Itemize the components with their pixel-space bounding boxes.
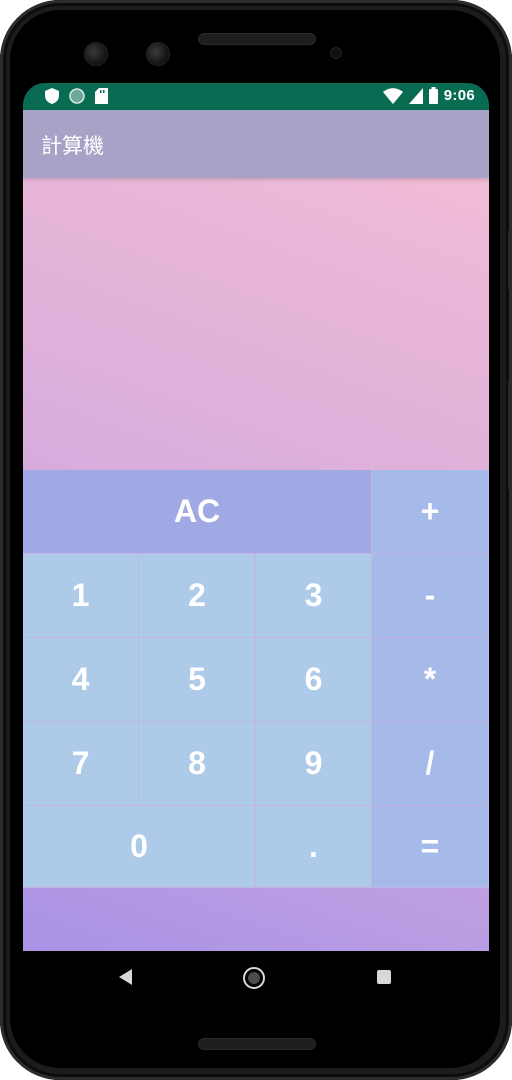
- digit-7-button[interactable]: 7: [23, 722, 139, 806]
- status-left-icons: [45, 88, 108, 104]
- shield-icon: [45, 88, 59, 104]
- multiply-button[interactable]: *: [372, 638, 489, 722]
- digit-3-button[interactable]: 3: [256, 554, 372, 638]
- phone-frame: 9:06 計算機 AC + 1 2 3 - 4 5 6 * 7 8 9 / 0 …: [0, 0, 512, 1080]
- back-icon[interactable]: [119, 969, 132, 985]
- wifi-icon: [382, 87, 403, 104]
- cell-signal-icon: [408, 87, 423, 104]
- home-icon[interactable]: [243, 967, 265, 989]
- app-bar: 計算機: [23, 110, 489, 178]
- navigation-bar: [23, 951, 489, 1005]
- divide-button[interactable]: /: [372, 722, 489, 806]
- digit-0-button[interactable]: 0: [23, 806, 256, 888]
- front-camera-icon: [146, 42, 170, 66]
- circle-notification-icon: [69, 88, 85, 104]
- earpiece-speaker: [198, 33, 316, 45]
- battery-icon: [428, 87, 438, 104]
- digit-8-button[interactable]: 8: [139, 722, 256, 806]
- calculator-body: AC + 1 2 3 - 4 5 6 * 7 8 9 / 0 . =: [23, 178, 489, 951]
- recents-icon[interactable]: [377, 970, 391, 984]
- decimal-point-button[interactable]: .: [256, 806, 372, 888]
- screen: 9:06 計算機 AC + 1 2 3 - 4 5 6 * 7 8 9 / 0 …: [23, 83, 489, 1005]
- sd-card-icon: [95, 88, 108, 104]
- equals-button[interactable]: =: [372, 806, 489, 888]
- digit-2-button[interactable]: 2: [139, 554, 256, 638]
- app-title: 計算機: [41, 134, 104, 158]
- clear-button[interactable]: AC: [23, 470, 372, 554]
- digit-5-button[interactable]: 5: [139, 638, 256, 722]
- plus-button[interactable]: +: [372, 470, 489, 554]
- calculator-display: [23, 178, 489, 470]
- status-time: 9:06: [443, 87, 475, 104]
- status-right-icons: 9:06: [382, 87, 475, 104]
- digit-9-button[interactable]: 9: [256, 722, 372, 806]
- bottom-speaker: [198, 1038, 316, 1050]
- keypad: AC + 1 2 3 - 4 5 6 * 7 8 9 / 0 . =: [23, 470, 489, 888]
- digit-1-button[interactable]: 1: [23, 554, 139, 638]
- digit-6-button[interactable]: 6: [256, 638, 372, 722]
- digit-4-button[interactable]: 4: [23, 638, 139, 722]
- volume-button: [508, 230, 512, 290]
- power-button: [508, 380, 512, 490]
- front-camera-icon: [84, 42, 108, 66]
- proximity-sensor: [330, 47, 342, 59]
- minus-button[interactable]: -: [372, 554, 489, 638]
- status-bar: 9:06: [23, 83, 489, 110]
